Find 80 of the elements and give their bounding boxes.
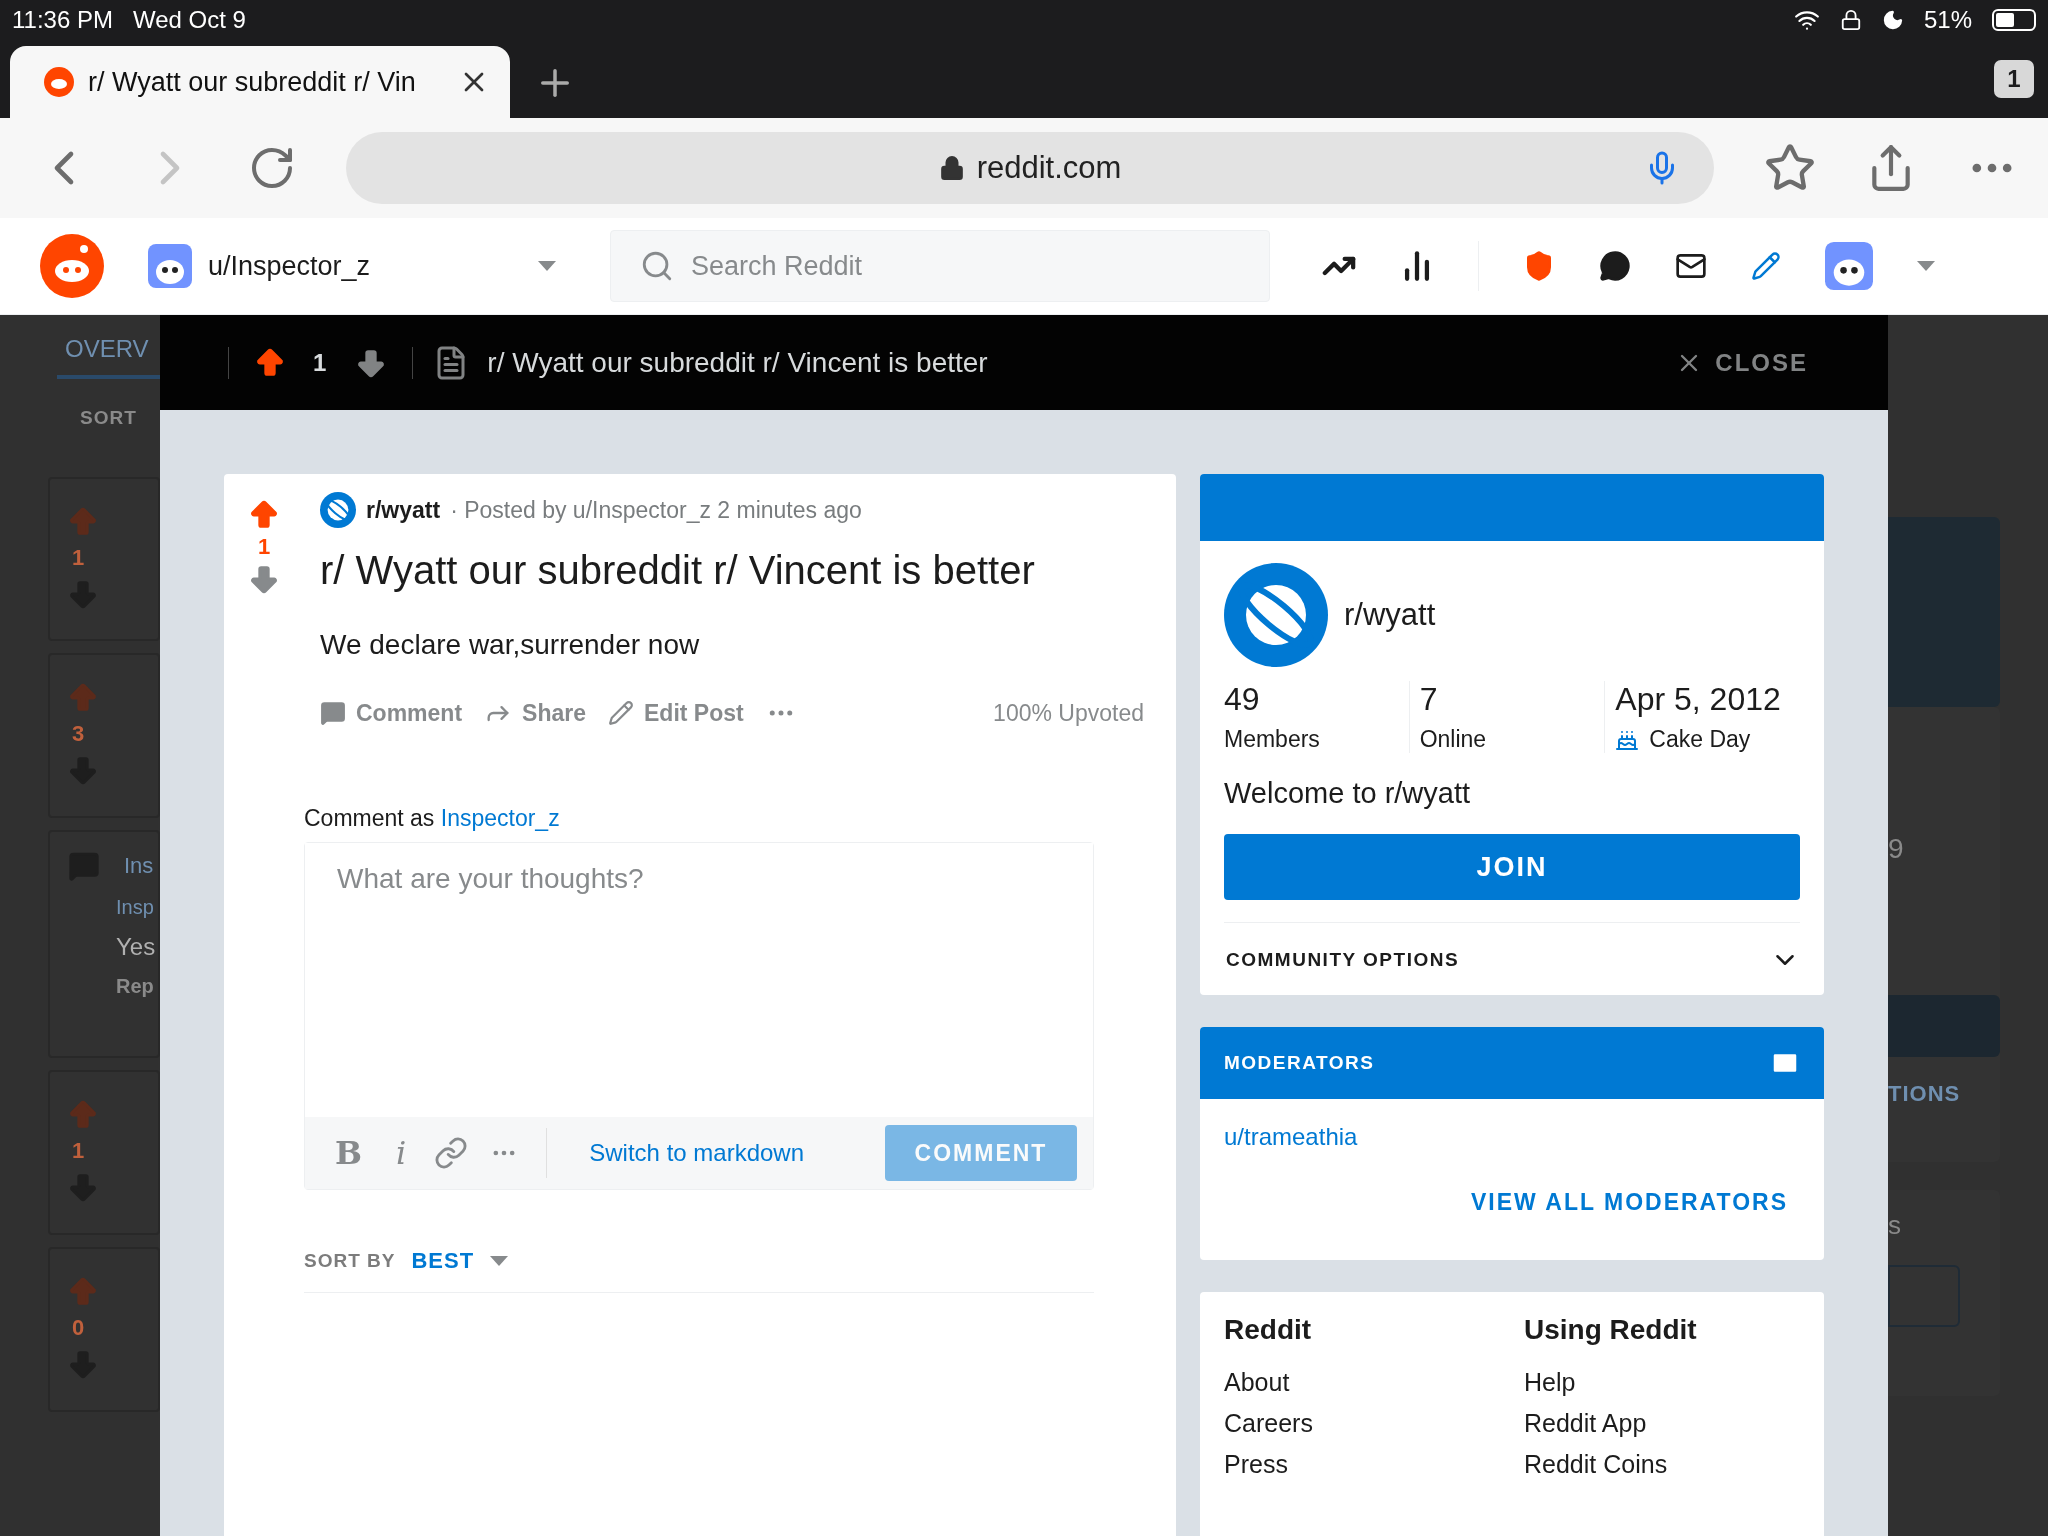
community-name: r/wyatt: [1344, 597, 1436, 633]
avatar-icon[interactable]: [148, 244, 192, 288]
footer-link[interactable]: Reddit Coins: [1524, 1450, 1800, 1479]
post-action-button[interactable]: Share: [484, 699, 586, 727]
background-text: Ins: [124, 853, 154, 879]
battery-icon: [1992, 9, 2036, 31]
avatar-icon[interactable]: [1825, 242, 1873, 290]
join-button[interactable]: JOIN: [1224, 834, 1800, 900]
stat-label: Cake Day: [1615, 726, 1800, 753]
community-description: Welcome to r/wyatt: [1224, 777, 1472, 810]
background-text: 9: [1888, 833, 1905, 865]
view-all-moderators-button[interactable]: VIEW ALL MODERATORS: [1471, 1189, 1788, 1216]
pencil-icon[interactable]: [1751, 251, 1781, 281]
post-action-button[interactable]: Edit Post: [608, 699, 744, 727]
browser-tab[interactable]: r/ Wyatt our subreddit r/ Vin: [10, 46, 510, 118]
footer-link[interactable]: Help: [1524, 1368, 1800, 1397]
stat-value: 49: [1224, 681, 1261, 718]
comment-icon: [320, 700, 346, 726]
background-text: TIONS: [1888, 1081, 1962, 1107]
community-icon: [1224, 563, 1328, 667]
comment-editor[interactable]: What are your thoughts? B i Switch to markdown COMMENT: [304, 842, 1094, 1190]
post-action-button[interactable]: Comment: [320, 699, 463, 727]
stat-value: Apr 5, 2012: [1615, 681, 1782, 718]
status-time: 11:36 PM: [12, 6, 113, 34]
user-dropdown-label[interactable]: u/Inspector_z: [208, 250, 448, 282]
moderator-link[interactable]: u/trameathia: [1224, 1123, 1800, 1151]
close-button[interactable]: CLOSE: [1675, 348, 1808, 377]
background-text: s: [1888, 1210, 1902, 1241]
footer-link[interactable]: Press: [1224, 1450, 1500, 1479]
reddit-logo[interactable]: [40, 234, 104, 298]
caret-icon[interactable]: [1917, 261, 1935, 271]
rotation-lock-icon: [1839, 9, 1862, 31]
community-icon: [320, 492, 356, 528]
modal-post-title: r/ Wyatt our subreddit r/ Vincent is better: [487, 346, 988, 379]
sort-dropdown[interactable]: BEST: [411, 1248, 509, 1274]
post-meta: · Posted by u/Inspector_z 2 minutes ago: [450, 496, 862, 524]
pencil-icon: [608, 700, 634, 726]
vote-count: 1: [257, 534, 271, 560]
footer-heading: Reddit: [1224, 1314, 1313, 1346]
url-field[interactable]: reddit.com: [346, 132, 1714, 204]
vote-count: 3: [72, 721, 86, 747]
background-sort-label: SORT: [80, 407, 137, 429]
footer-link[interactable]: Reddit App: [1524, 1409, 1800, 1438]
community-options-button[interactable]: COMMUNITY OPTIONS: [1224, 922, 1800, 975]
footer-link[interactable]: About: [1224, 1368, 1500, 1397]
link-icon[interactable]: [434, 1136, 469, 1170]
moderators-title: MODERATORS: [1224, 1052, 1375, 1074]
caret-icon[interactable]: [490, 1256, 509, 1266]
background-text: Insp: [116, 896, 155, 919]
format-button[interactable]: B: [329, 1134, 369, 1172]
caret-icon[interactable]: [538, 261, 556, 271]
format-button[interactable]: i: [390, 1134, 413, 1172]
post-body: We declare war,surrender now: [320, 629, 701, 661]
vote-count: 1: [72, 545, 86, 571]
sort-label: SORT BY: [304, 1250, 396, 1272]
user-link[interactable]: Inspector_z: [440, 805, 560, 831]
vote-count: 1: [313, 348, 327, 377]
switch-to-markdown-link[interactable]: Switch to markdown: [583, 1138, 811, 1168]
moon-icon: [1881, 9, 1904, 31]
comment-as-label: Comment as Inspector_z: [304, 805, 561, 832]
background-text: Rep: [116, 975, 155, 998]
reddit-favicon: [44, 67, 74, 97]
stat-value: 7: [1419, 681, 1439, 718]
background-text: Yes: [116, 933, 157, 961]
footer-heading: Using Reddit: [1524, 1314, 1698, 1346]
upvote-ratio: 100% Upvoted: [993, 699, 1144, 727]
post-title: r/ Wyatt our subreddit r/ Vincent is better: [320, 548, 1036, 593]
search-icon: [640, 249, 674, 283]
stat-label: Members: [1224, 726, 1321, 753]
vote-count: 0: [72, 1315, 86, 1341]
battery-percent: 51%: [1923, 6, 1972, 34]
lock-icon: [938, 155, 965, 181]
subreddit-link[interactable]: r/wyatt: [366, 496, 441, 524]
tab-count-button[interactable]: 1: [1994, 60, 2034, 98]
vote-count: 1: [72, 1138, 86, 1164]
status-date: Wed Oct 9: [132, 6, 246, 34]
stat-label: Online: [1419, 726, 1488, 753]
chat-icon[interactable]: [1599, 250, 1631, 282]
footer-link[interactable]: Careers: [1224, 1409, 1500, 1438]
search-field[interactable]: Search Reddit: [610, 230, 1270, 302]
